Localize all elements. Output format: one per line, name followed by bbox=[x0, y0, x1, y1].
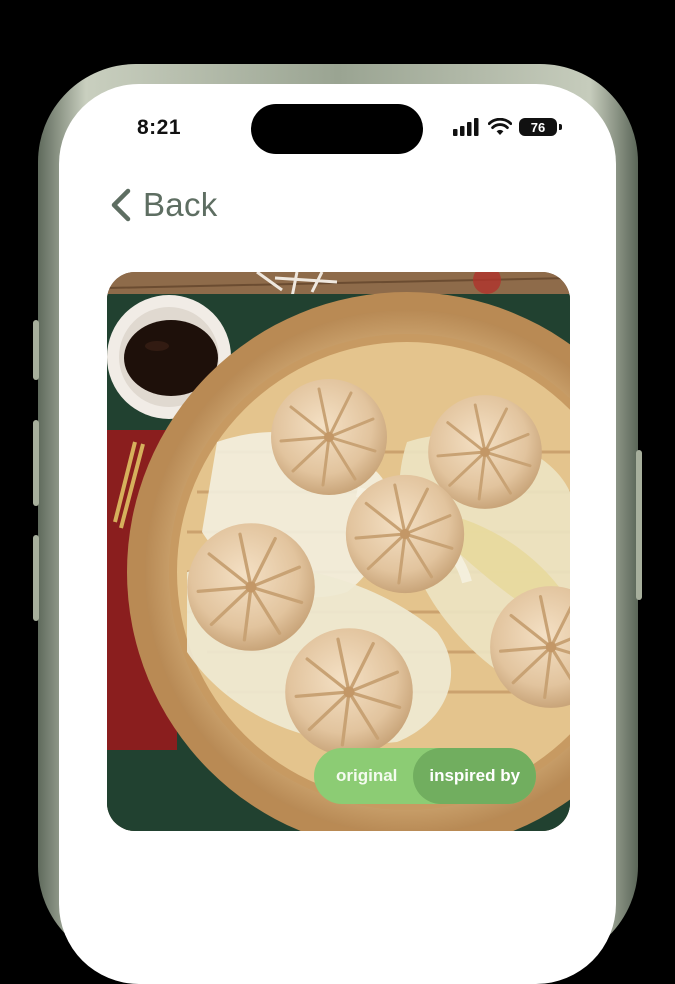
status-time: 8:21 bbox=[137, 116, 182, 139]
status-indicators: 76 bbox=[453, 118, 562, 136]
toggle-option-inspired-by[interactable]: inspired by bbox=[413, 748, 536, 804]
dish-photo: original inspired by bbox=[107, 272, 570, 831]
toggle-option-original[interactable]: original bbox=[314, 748, 413, 804]
signal-icon bbox=[453, 118, 479, 136]
battery-icon: 76 bbox=[519, 118, 562, 136]
phone-volume-down-button bbox=[33, 535, 39, 621]
wifi-icon bbox=[488, 118, 512, 135]
app-screen: 8:21 76 Back original inspired by bbox=[59, 84, 616, 984]
dynamic-island bbox=[251, 104, 423, 154]
original-inspired-toggle[interactable]: original inspired by bbox=[314, 748, 536, 804]
back-label: Back bbox=[143, 186, 218, 223]
battery-level: 76 bbox=[530, 119, 546, 135]
back-button[interactable]: Back bbox=[109, 186, 218, 224]
phone-action-button bbox=[33, 320, 39, 380]
chevron-left-icon bbox=[111, 188, 131, 222]
phone-volume-up-button bbox=[33, 420, 39, 506]
phone-power-button bbox=[636, 450, 642, 600]
